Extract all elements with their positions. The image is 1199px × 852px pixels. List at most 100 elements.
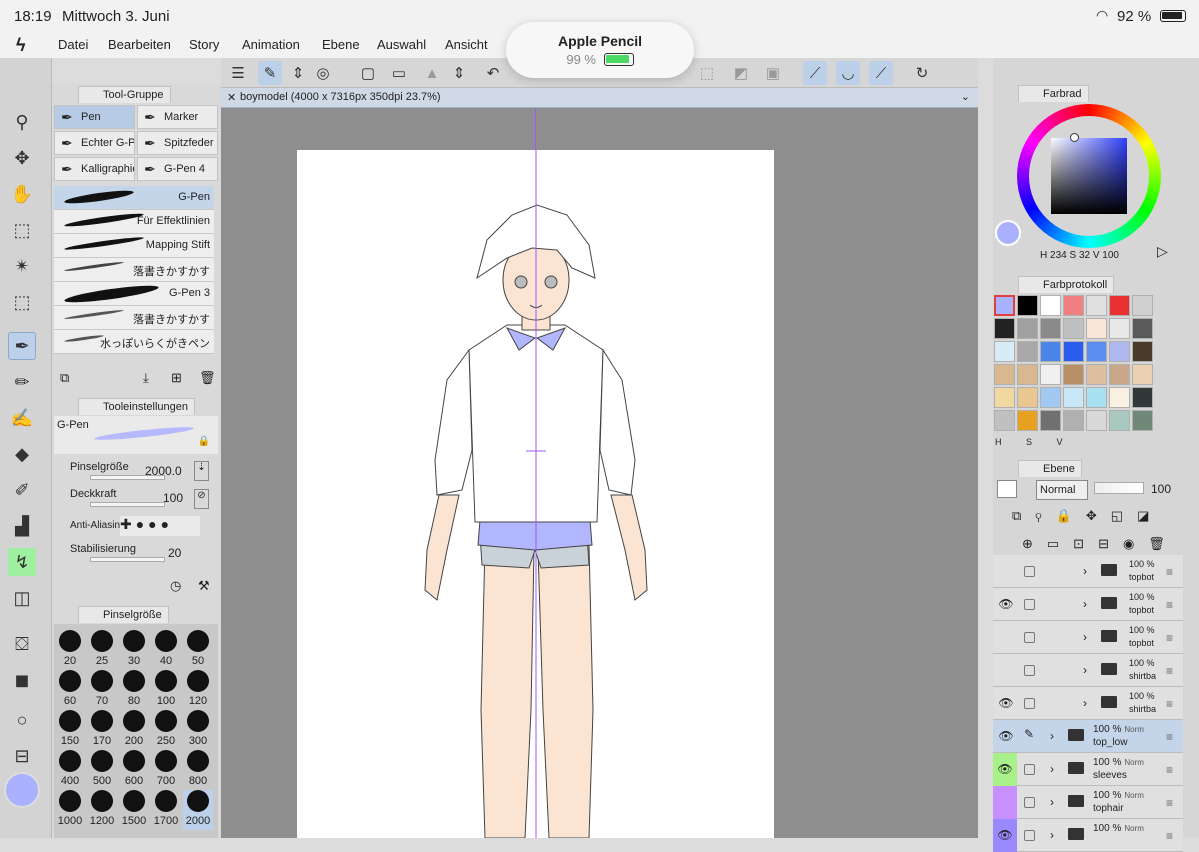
color-swatch[interactable]	[1132, 410, 1153, 431]
brush-row[interactable]: 落書きかすかす	[54, 306, 214, 330]
layer-row[interactable]: 👁 › 100 % shirtba ≡	[993, 687, 1183, 720]
opacity-toggle-icon[interactable]: ⊘	[194, 489, 209, 509]
select-none-icon[interactable]: ⬚	[695, 61, 719, 85]
brush-settings-icon[interactable]: ⧉	[60, 370, 69, 386]
layer-checkbox[interactable]: ✎	[1024, 727, 1035, 741]
brush-row[interactable]: 落書きかすかす	[54, 258, 214, 282]
subtool-pen[interactable]: ✒ Pen	[54, 105, 135, 129]
color-swatch[interactable]	[1086, 341, 1107, 362]
menu-auswahl[interactable]: Auswahl	[377, 37, 426, 52]
eye-icon[interactable]: 👁	[997, 696, 1015, 710]
stepper2-icon[interactable]: ⇕	[447, 61, 471, 85]
current-color-swatch[interactable]	[995, 220, 1021, 246]
color-swatch[interactable]	[1040, 410, 1061, 431]
drag-handle-icon[interactable]: ≡	[1166, 730, 1173, 744]
layer-row[interactable]: 👁 › 100 % topbot ≡	[993, 588, 1183, 621]
frame-icon[interactable]: ⊟	[8, 742, 36, 770]
color-swatch[interactable]	[1086, 318, 1107, 339]
brush-size-option[interactable]: 100	[151, 670, 181, 710]
color-swatch[interactable]	[1109, 318, 1130, 339]
app-logo-icon[interactable]: ϟ	[16, 35, 26, 56]
brush-size-option[interactable]: 20	[55, 630, 85, 670]
brush-row[interactable]: 水っぽいらくがきペン	[54, 330, 214, 354]
layer-checkbox[interactable]	[1024, 764, 1035, 775]
layer-opacity-slider[interactable]	[1094, 482, 1144, 494]
operation-icon[interactable]: ⬚	[8, 216, 36, 244]
color-swatch[interactable]	[1017, 318, 1038, 339]
drag-handle-icon[interactable]: ≡	[1166, 565, 1173, 579]
color-history-tab[interactable]: Farbprotokoll	[1018, 276, 1115, 293]
eye-icon[interactable]: 👁	[993, 819, 1017, 852]
color-picker-handle[interactable]	[1070, 133, 1079, 142]
layer-opacity-value[interactable]: 100	[1151, 482, 1171, 496]
color-swatch[interactable]	[1132, 387, 1153, 408]
drag-handle-icon[interactable]: ≡	[1166, 697, 1173, 711]
gradient-icon[interactable]: ◼	[8, 666, 36, 694]
layer-actions-icons[interactable]: ⊕▭⊡⊟◉🗑	[1022, 536, 1192, 552]
layer-checkbox[interactable]	[1024, 632, 1035, 643]
layer-tools-icons[interactable]: ⧉⚲🔒✥◱◪	[1012, 508, 1192, 524]
pen-tool-icon[interactable]: ✒	[8, 332, 36, 360]
document-tab[interactable]: ✕ boymodel (4000 x 7316px 350dpi 23.7%) …	[221, 88, 978, 108]
brush-size-option[interactable]: 700	[151, 750, 181, 790]
edit-mode-icon[interactable]: ✎	[258, 61, 282, 85]
menu-datei[interactable]: Datei	[58, 37, 88, 52]
stabilization-slider[interactable]	[90, 557, 165, 562]
stepper-icon[interactable]: ⇕	[286, 61, 310, 85]
layer-color-box[interactable]	[997, 480, 1017, 498]
zoom-icon[interactable]: ⚲	[8, 108, 36, 136]
opacity-value[interactable]: 100	[163, 491, 183, 505]
brush-size-option[interactable]: 60	[55, 670, 85, 710]
subtool-g-pen-4[interactable]: ✒ G-Pen 4	[137, 157, 218, 181]
color-swatch[interactable]	[994, 341, 1015, 362]
brush-size-tab[interactable]: Pinselgröße	[78, 606, 169, 623]
drag-handle-icon[interactable]: ≡	[1166, 598, 1173, 612]
expand-icon[interactable]: ›	[1050, 762, 1054, 776]
expand-icon[interactable]: ›	[1083, 630, 1087, 644]
color-swatch[interactable]	[1109, 341, 1130, 362]
brush-row[interactable]: Mapping Stift	[54, 234, 214, 258]
brush-tool-icon[interactable]: ✍	[8, 404, 36, 432]
new-file-icon[interactable]: ▢	[356, 61, 380, 85]
saturation-value-square[interactable]	[1051, 138, 1127, 214]
record-icon[interactable]: ◎	[311, 61, 335, 85]
brush-row[interactable]: Für Effektlinien	[54, 210, 214, 234]
expand-icon[interactable]: ›	[1083, 696, 1087, 710]
layer-checkbox[interactable]	[1024, 599, 1035, 610]
layer-row[interactable]: › 100 % shirtba ≡	[993, 654, 1183, 687]
wrench-icon[interactable]: ⚒	[198, 578, 210, 594]
color-swatch[interactable]	[1132, 364, 1153, 385]
opacity-slider[interactable]	[90, 502, 165, 507]
subtool-spitzfeder[interactable]: ✒ Spitzfeder	[137, 131, 218, 155]
color-wheel-tab[interactable]: Farbrad	[1018, 85, 1089, 102]
brush-size-option[interactable]: 40	[151, 630, 181, 670]
color-swatch[interactable]	[1086, 410, 1107, 431]
stabilization-value[interactable]: 20	[168, 546, 181, 560]
eye-icon[interactable]: 👁	[997, 729, 1015, 743]
color-swatch[interactable]	[1017, 364, 1038, 385]
color-swatch[interactable]	[1086, 364, 1107, 385]
color-swatch[interactable]	[1063, 341, 1084, 362]
antialiasing-options[interactable]: ✚●●●	[120, 516, 200, 536]
drag-handle-icon[interactable]: ≡	[1166, 763, 1173, 777]
color-swatch[interactable]	[1109, 387, 1130, 408]
brush-size-option[interactable]: 1000	[55, 790, 85, 830]
paint-bucket-icon[interactable]: ⛋	[8, 630, 36, 658]
color-swatch[interactable]	[1063, 295, 1084, 316]
lasso-fill-icon[interactable]: ↯	[8, 548, 36, 576]
brush-size-option[interactable]: 30	[119, 630, 149, 670]
color-swatch[interactable]	[1109, 295, 1130, 316]
eye-icon[interactable]: 👁	[993, 753, 1017, 786]
brush-size-option[interactable]: 1200	[87, 790, 117, 830]
layer-row[interactable]: › 100 % Norm tophair ≡	[993, 786, 1183, 819]
layer-checkbox[interactable]	[1024, 830, 1035, 841]
tool-group-tab[interactable]: Tool-Gruppe	[78, 86, 171, 103]
color-swatch[interactable]	[1063, 318, 1084, 339]
save-icon[interactable]: ▲	[420, 61, 444, 85]
figure-icon[interactable]: ◫	[8, 584, 36, 612]
color-swatch[interactable]	[1017, 295, 1038, 316]
undo-icon[interactable]: ↶	[481, 61, 505, 85]
duplicate-icon[interactable]: ⊞	[171, 370, 182, 386]
brush-size-option[interactable]: 25	[87, 630, 117, 670]
rotate-view-icon[interactable]: ↻	[910, 61, 934, 85]
